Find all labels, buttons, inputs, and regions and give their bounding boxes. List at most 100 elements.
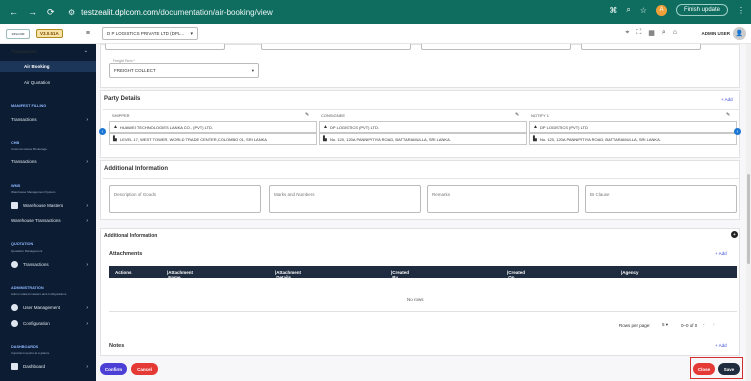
- notify-label: NOTIFY 1: [531, 113, 549, 118]
- sidebar-item-transactions[interactable]: Transactions ⌄: [0, 46, 96, 56]
- finish-update-button[interactable]: Finish update: [675, 4, 728, 16]
- translate-icon[interactable]: ⌘: [609, 6, 617, 15]
- freight-card: Freight Term * FREIGHT COLLECT ▾: [100, 44, 740, 88]
- app-topbar: D P LOGISTICS PRIVATE LTD (DPL... ▾ ⌖ ⛶ ▦…: [96, 24, 751, 44]
- divider: [103, 178, 739, 179]
- apps-grid-icon[interactable]: ▦: [648, 29, 655, 37]
- quotation-icon: [11, 261, 18, 268]
- chevron-right-icon: ›: [86, 304, 88, 311]
- remarks-field[interactable]: Remarks: [427, 185, 579, 213]
- sidebar-section-admin: ADMINISTRATION: [11, 286, 44, 290]
- zoom-icon[interactable]: ⌕: [626, 5, 630, 15]
- sidebar-item-manifest-transactions[interactable]: Transactions ›: [0, 114, 96, 125]
- upper-field-1[interactable]: [105, 44, 225, 50]
- scrollbar-thumb[interactable]: [747, 174, 750, 264]
- rows-per-page-select[interactable]: 5 ▾: [662, 322, 668, 328]
- back-icon[interactable]: ←: [9, 7, 18, 17]
- notes-add-button[interactable]: + Add: [715, 343, 727, 348]
- building-icon: ▙: [113, 136, 117, 142]
- edit-icon[interactable]: ✎: [515, 112, 519, 118]
- consignee-name-cell: ▲ DP LOGISTICS (PVT) LTD.: [319, 121, 527, 133]
- pin-icon[interactable]: ⌖: [625, 29, 629, 37]
- address-bar[interactable]: ⚙ testzealit.dplcom.com/documentation/ai…: [68, 4, 616, 20]
- sidebar-item-air-booking[interactable]: Air Booking: [0, 61, 96, 72]
- search-icon[interactable]: ⌕: [662, 29, 666, 37]
- person-icon: ▲: [323, 124, 328, 130]
- bookmark-star-icon[interactable]: ☆: [640, 6, 647, 15]
- notify-address: No. 120, 120A PANNIPITIYA ROAD, BATTARAM…: [540, 136, 661, 142]
- sidebar-caption-wms: Warehouse Management System: [11, 190, 56, 194]
- home-icon[interactable]: ⌂: [673, 29, 677, 37]
- prev-page-icon[interactable]: ‹: [703, 322, 705, 328]
- description-of-goods-placeholder: Description of Goods: [114, 192, 157, 197]
- col-created-on: | Created On: [507, 269, 526, 280]
- person-icon: ▲: [113, 124, 118, 130]
- shipper-address-cell: ▙ LEVEL 17, WEST TOWER, WORLD TRADE CENTE…: [109, 133, 317, 145]
- sidebar-item-chb-transactions[interactable]: Transactions ›: [0, 156, 96, 167]
- person-icon: ▲: [533, 124, 538, 130]
- shipper-address: LEVEL 17, WEST TOWER, WORLD TRADE CENTER…: [120, 136, 267, 142]
- menu-icon[interactable]: ≡: [86, 30, 90, 37]
- forward-icon[interactable]: →: [28, 7, 37, 17]
- col-actions: Actions: [115, 269, 132, 275]
- edit-icon[interactable]: ✎: [726, 112, 730, 118]
- next-page-icon[interactable]: ›: [713, 322, 715, 328]
- upper-field-3[interactable]: [421, 44, 571, 50]
- description-of-goods-field[interactable]: Description of Goods: [109, 185, 261, 213]
- close-button[interactable]: Close: [693, 363, 715, 375]
- upper-field-4[interactable]: [581, 44, 701, 50]
- sidebar-item-quotation-transactions[interactable]: Transactions ›: [0, 259, 96, 270]
- site-info-icon[interactable]: ⚙: [68, 8, 75, 17]
- sidebar-item-warehouse-transactions[interactable]: Warehouse Transactions ›: [0, 215, 96, 226]
- notes-title: Notes: [109, 343, 125, 349]
- page-scrollbar[interactable]: [746, 44, 751, 381]
- edit-icon[interactable]: ✎: [305, 112, 309, 118]
- cancel-button[interactable]: Cancel: [131, 363, 158, 375]
- profile-avatar[interactable]: A: [655, 4, 667, 16]
- sidebar-item-label: Dashboard: [23, 364, 46, 369]
- sidebar-item-label: Transactions: [11, 117, 37, 122]
- bl-clause-field[interactable]: BI Clause: [585, 185, 737, 213]
- sidebar-item-configuration[interactable]: Configuration ›: [0, 318, 96, 329]
- marks-and-numbers-field[interactable]: Marks and Numbers: [269, 185, 421, 213]
- sidebar-item-label: Configuration: [23, 321, 50, 326]
- scroll-left-icon[interactable]: ‹: [99, 128, 106, 135]
- rows-per-page-label: Rows per page:: [619, 323, 651, 328]
- confirm-button[interactable]: Confirm: [100, 363, 127, 375]
- sidebar-item-label: Transactions: [11, 159, 37, 164]
- company-select[interactable]: D P LOGISTICS PRIVATE LTD (DPL... ▾: [102, 27, 198, 40]
- upper-field-2[interactable]: [261, 44, 411, 50]
- additional-info-card: Additional Information Description of Go…: [100, 160, 740, 220]
- attachments-card: Additional Information + Attachments + A…: [100, 228, 740, 356]
- chevron-right-icon: ›: [86, 116, 88, 123]
- freight-term-select[interactable]: FREIGHT COLLECT ▾: [109, 63, 259, 78]
- user-avatar[interactable]: 👤: [733, 27, 746, 40]
- consignee-address: No. 120, 120A PANNIPITIYA ROAD, BATTARAM…: [330, 136, 451, 142]
- marks-and-numbers-placeholder: Marks and Numbers: [274, 192, 315, 197]
- gear-icon: [11, 320, 18, 327]
- user-name: ADMIN USER: [701, 31, 730, 36]
- sidebar-item-dashboard[interactable]: Dashboard ›: [0, 361, 96, 372]
- company-select-value: D P LOGISTICS PRIVATE LTD (DPL...: [107, 31, 185, 36]
- attachments-add-button[interactable]: + Add: [715, 251, 727, 256]
- browser-menu-icon[interactable]: ⋮: [737, 6, 745, 15]
- chevron-right-icon: ›: [86, 217, 88, 224]
- version-badge: V3.0.51A: [36, 29, 63, 38]
- chevron-right-icon: ›: [86, 158, 88, 165]
- scroll-right-icon[interactable]: ›: [734, 128, 741, 135]
- reload-icon[interactable]: ⟳: [47, 7, 55, 17]
- fullscreen-icon[interactable]: ⛶: [636, 29, 641, 37]
- divider: [103, 109, 739, 110]
- sidebar-caption-chb: Customs House Brokerage: [11, 147, 48, 151]
- sidebar-item-air-quotation[interactable]: Air Quotation: [0, 77, 96, 88]
- user-icon: [11, 304, 18, 311]
- bl-clause-placeholder: BI Clause: [590, 192, 610, 197]
- sidebar-item-warehouse-masters[interactable]: Warehouse Masters ›: [0, 200, 96, 211]
- pagination-range: 0–0 of 0: [681, 323, 698, 328]
- sidebar-item-user-management[interactable]: User Management ›: [0, 302, 96, 313]
- url-path: /documentation/air-booking/view: [158, 7, 273, 17]
- add-circle-icon[interactable]: +: [731, 231, 738, 238]
- company-logo: DPLCOM: [6, 28, 30, 39]
- save-button[interactable]: Save: [718, 363, 740, 375]
- party-add-button[interactable]: + Add: [721, 97, 733, 102]
